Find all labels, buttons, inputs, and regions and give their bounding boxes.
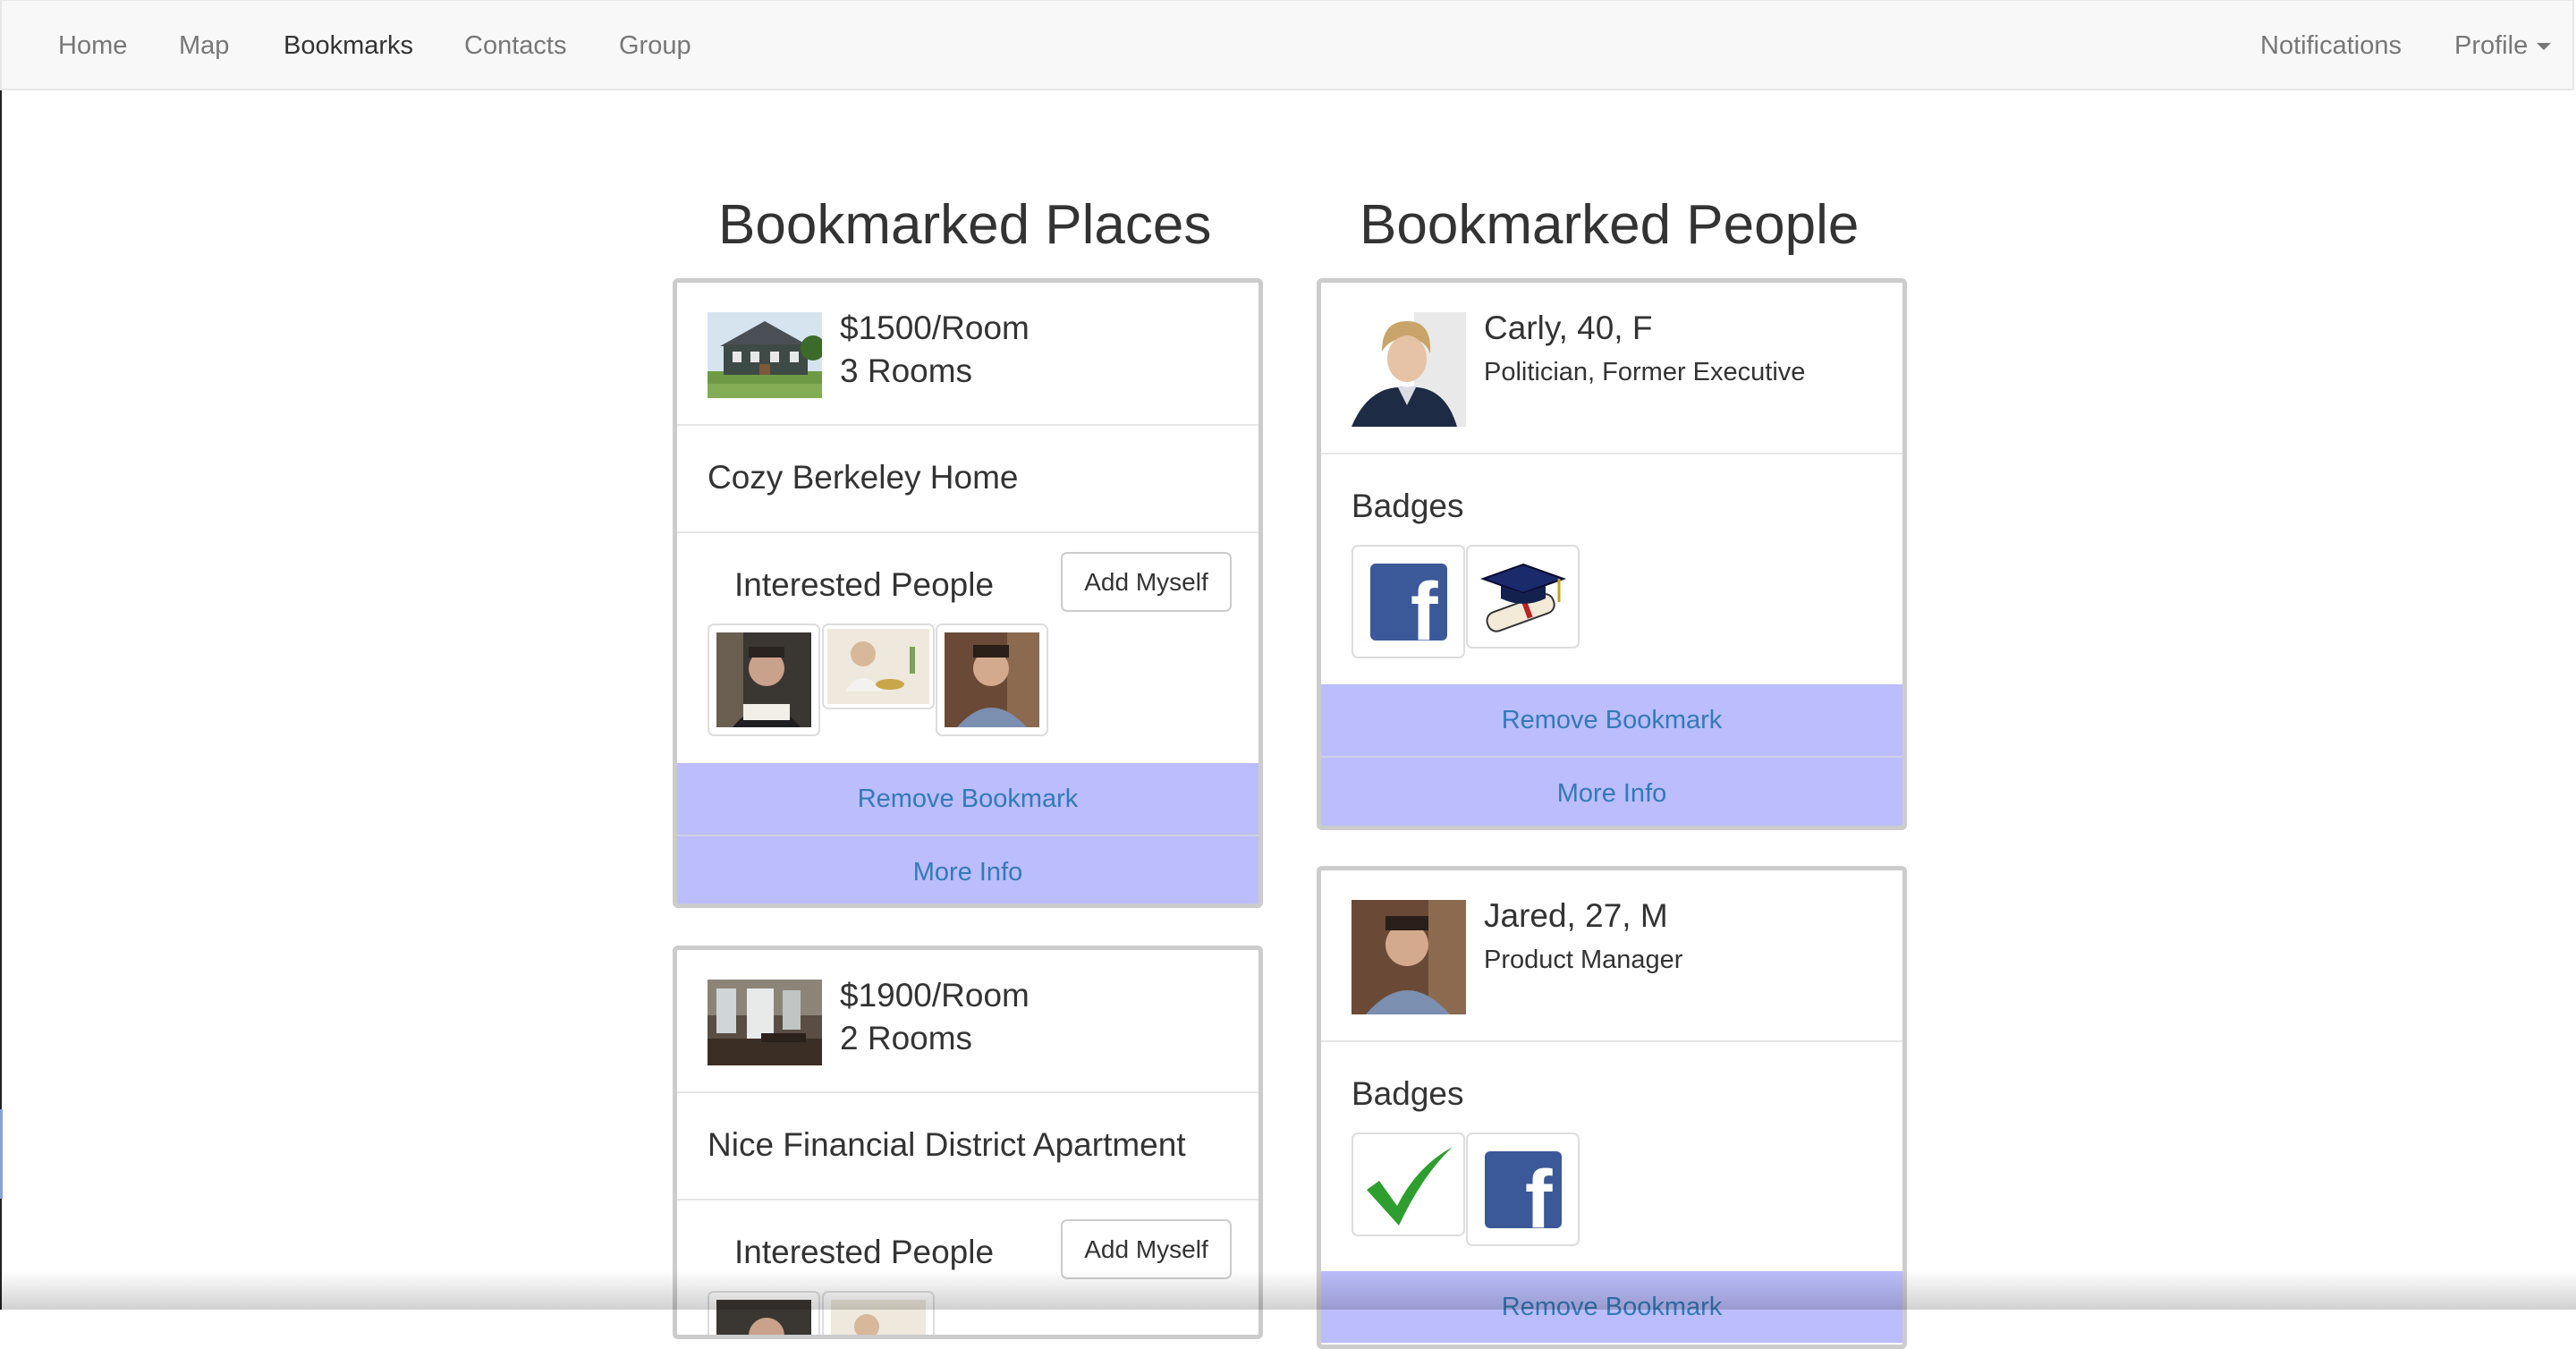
person-photo[interactable] [1352, 312, 1466, 427]
place-price: $1500/Room [840, 310, 1030, 346]
divider [677, 424, 1258, 426]
verified-badge[interactable] [1352, 1133, 1465, 1236]
person-name: Carly, 40, F [1484, 310, 1653, 346]
places-heading: Bookmarked Places [718, 194, 1212, 256]
facebook-icon: f [1484, 1150, 1562, 1228]
nav-profile-label: Profile [2454, 31, 2529, 60]
caret-down-icon [2537, 43, 2552, 51]
person-photo-icon [827, 629, 929, 704]
remove-bookmark-button[interactable]: Remove Bookmark [1321, 684, 1902, 756]
person-card: Carly, 40, F Politician, Former Executiv… [1317, 278, 1907, 830]
more-info-button[interactable]: More Info [1321, 758, 1902, 826]
person-name: Jared, 27, M [1484, 897, 1668, 934]
remove-bookmark-button[interactable]: Remove Bookmark [677, 763, 1258, 835]
people-heading: Bookmarked People [1360, 194, 1860, 256]
divider [677, 531, 1258, 533]
apartment-photo-icon [708, 980, 822, 1065]
interested-people-label: Interested People [734, 566, 995, 603]
bottom-shadow [0, 1270, 2576, 1310]
badges-label: Badges [1352, 1075, 1464, 1112]
nav-bookmarks[interactable]: Bookmarks [284, 31, 413, 61]
window-edge-accent [0, 1109, 3, 1199]
place-rooms: 2 Rooms [840, 1020, 973, 1056]
person-photo-icon [716, 632, 811, 727]
divider [677, 1091, 1258, 1093]
more-info-button[interactable]: More Info [677, 836, 1258, 904]
divider [1321, 453, 1902, 454]
nav-notifications[interactable]: Notifications [2260, 31, 2402, 61]
nav-profile-dropdown[interactable]: Profile [2454, 31, 2552, 61]
woman-portrait-icon [1352, 312, 1466, 427]
person-occupation: Product Manager [1484, 946, 1683, 974]
place-name: Cozy Berkeley Home [708, 459, 1019, 496]
interested-person-avatar[interactable] [708, 624, 820, 736]
place-photo[interactable] [708, 312, 822, 398]
badges-label: Badges [1352, 488, 1464, 524]
facebook-badge[interactable]: f [1466, 1133, 1580, 1246]
nav-home[interactable]: Home [58, 31, 127, 61]
divider [1321, 1040, 1902, 1042]
nav-contacts[interactable]: Contacts [464, 31, 566, 61]
place-price: $1900/Room [840, 977, 1030, 1014]
divider [677, 1199, 1258, 1201]
nav-map[interactable]: Map [179, 31, 229, 61]
man-portrait-icon [1352, 900, 1466, 1014]
place-rooms: 3 Rooms [840, 352, 973, 389]
facebook-icon: f [1369, 563, 1447, 641]
checkmark-icon [1366, 1147, 1453, 1226]
house-photo-icon [708, 312, 822, 398]
place-photo[interactable] [708, 980, 822, 1065]
place-card: $1500/Room 3 Rooms Cozy Berkeley Home In… [673, 278, 1263, 908]
person-photo-icon [945, 632, 1039, 727]
person-occupation: Politician, Former Executive [1484, 358, 1806, 386]
interested-person-avatar[interactable] [936, 624, 1048, 736]
top-navbar: Home Map Bookmarks Contacts Group Notifi… [0, 0, 2574, 90]
interested-people-label: Interested People [734, 1234, 995, 1270]
person-photo[interactable] [1352, 900, 1466, 1014]
graduation-cap-icon [1479, 563, 1566, 632]
facebook-badge[interactable]: f [1352, 545, 1465, 658]
place-name: Nice Financial District Apartment [708, 1126, 1186, 1163]
nav-group[interactable]: Group [619, 31, 691, 61]
add-myself-button[interactable]: Add Myself [1061, 552, 1232, 612]
graduation-badge[interactable] [1466, 545, 1580, 649]
interested-person-avatar[interactable] [822, 624, 935, 709]
